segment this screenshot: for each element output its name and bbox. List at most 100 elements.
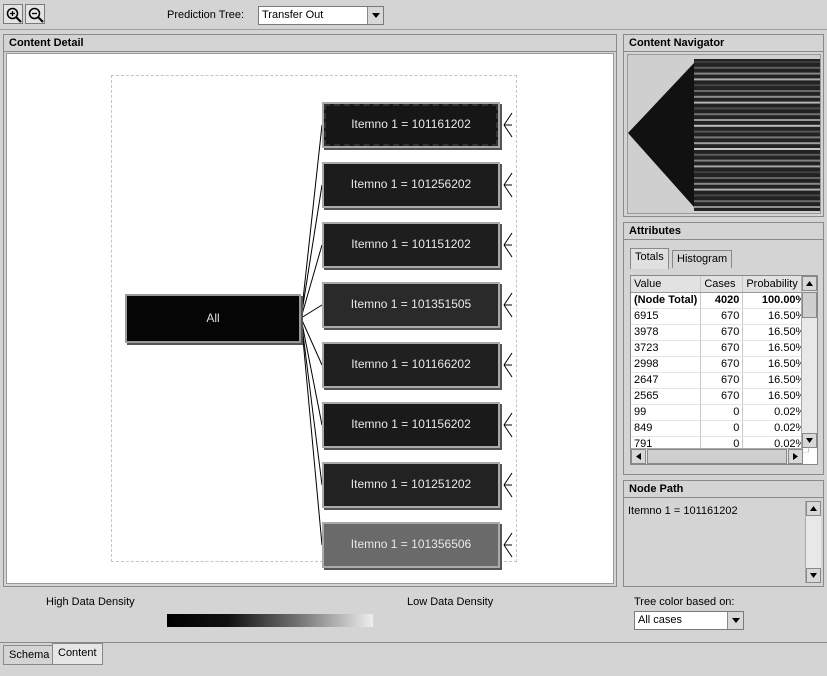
attributes-grid: Value Cases Probability (Node Total) 4020… (630, 275, 818, 465)
table-row[interactable]: 2565 670 16.50% (631, 388, 810, 405)
cases-cell: 670 (700, 308, 744, 325)
probability-cell: 16.50% (742, 308, 810, 325)
tree-edge (300, 184, 323, 319)
scroll-down-icon[interactable] (806, 568, 821, 583)
high-density-label: High Data Density (46, 596, 135, 608)
tree-edge-stub (503, 112, 513, 126)
navigator-stripe (694, 159, 820, 162)
column-header-cases[interactable]: Cases (700, 276, 744, 293)
horizontal-scrollbar[interactable] (631, 448, 803, 464)
table-row[interactable]: 2998 670 16.50% (631, 356, 810, 373)
tree-edge (300, 317, 323, 486)
table-row[interactable]: 849 0 0.02% (631, 420, 810, 437)
table-row[interactable]: 3978 670 16.50% (631, 324, 810, 341)
navigator-stripe (694, 113, 820, 116)
low-density-label: Low Data Density (407, 596, 494, 608)
chevron-down-icon[interactable] (367, 7, 383, 24)
tree-edge (300, 124, 323, 319)
tree-edge-stub (503, 544, 513, 558)
tab-totals[interactable]: Totals (630, 248, 669, 269)
cases-cell: 0 (700, 404, 744, 421)
prediction-tree-select[interactable]: Transfer Out (258, 6, 384, 25)
navigator-stripe (694, 119, 820, 121)
tree-edge-stub (503, 472, 513, 486)
probability-cell: 16.50% (742, 356, 810, 373)
value-cell: 3978 (631, 324, 702, 341)
table-row[interactable]: 6915 670 16.50% (631, 308, 810, 325)
tree-edge-stub (503, 484, 513, 498)
tree-node[interactable]: Itemno 1 = 101166202 (322, 342, 500, 388)
vertical-scroll-thumb[interactable] (802, 292, 817, 318)
scroll-right-icon[interactable] (788, 449, 803, 464)
tree-node[interactable]: Itemno 1 = 101251202 (322, 462, 500, 508)
node-path-scrollbar[interactable] (805, 501, 821, 583)
tree-edge-stub (503, 424, 513, 438)
content-navigator-panel: Content Navigator (623, 34, 824, 217)
probability-cell: 16.50% (742, 388, 810, 405)
tree-edge-stub (503, 364, 513, 378)
navigator-stripe (694, 188, 820, 191)
value-cell: 849 (631, 420, 702, 437)
attributes-panel: Attributes Totals Histogram Value Cases … (623, 222, 824, 475)
density-gradient-bar (167, 614, 373, 627)
table-row[interactable]: (Node Total) 4020 100.00% (631, 292, 810, 309)
attributes-title: Attributes (624, 223, 823, 240)
tree-node[interactable]: Itemno 1 = 101151202 (322, 222, 500, 268)
tab-histogram[interactable]: Histogram (672, 250, 733, 268)
zoom-in-button[interactable] (3, 4, 23, 24)
divider (0, 642, 827, 643)
tree-edge-stub (503, 412, 513, 426)
zoom-in-icon (6, 7, 22, 23)
scroll-up-icon[interactable] (802, 276, 817, 291)
cases-cell: 670 (700, 372, 744, 389)
tree-color-select[interactable]: All cases (634, 611, 744, 630)
node-path-value: Itemno 1 = 101161202 (628, 505, 738, 517)
tree-edge (300, 317, 323, 426)
value-cell: 3723 (631, 340, 702, 357)
cases-cell: 670 (700, 340, 744, 357)
column-header-probability[interactable]: Probability (742, 276, 810, 293)
tab-schema[interactable]: Schema (3, 645, 56, 665)
scroll-up-icon[interactable] (806, 501, 821, 516)
tree-edge-stub (503, 532, 513, 546)
zoom-out-button[interactable] (25, 4, 45, 24)
vertical-scrollbar[interactable] (801, 276, 817, 448)
chevron-down-icon[interactable] (727, 612, 743, 629)
table-row[interactable]: 99 0 0.02% (631, 404, 810, 421)
tree-edge-stub (503, 232, 513, 246)
tree-canvas[interactable]: All Itemno 1 = 101161202 Itemno 1 = 10125… (6, 53, 614, 584)
cases-cell: 4020 (700, 292, 744, 309)
tree-node[interactable]: Itemno 1 = 101256202 (322, 162, 500, 208)
prediction-tree-label: Prediction Tree: (167, 9, 245, 21)
value-cell: 2565 (631, 388, 702, 405)
table-header-row: Value Cases Probability (631, 276, 810, 293)
tab-content[interactable]: Content (52, 643, 103, 665)
tree-node-root[interactable]: All (125, 294, 301, 343)
column-header-value[interactable]: Value (631, 276, 702, 293)
cases-cell: 670 (700, 356, 744, 373)
tree-edge-stub (503, 244, 513, 258)
navigator-stripe (694, 124, 820, 127)
scroll-down-icon[interactable] (802, 433, 817, 448)
probability-cell: 0.02% (742, 420, 810, 437)
tree-node[interactable]: Itemno 1 = 101161202 (322, 102, 500, 148)
tree-node[interactable]: Itemno 1 = 101351505 (322, 282, 500, 328)
table-row[interactable]: 3723 670 16.50% (631, 340, 810, 357)
toolbar: Prediction Tree: Transfer Out (0, 0, 827, 30)
tree-edges (300, 112, 513, 558)
horizontal-scroll-thumb[interactable] (647, 449, 787, 464)
navigator-stripe (694, 165, 820, 168)
tree-node[interactable]: Itemno 1 = 101156202 (322, 402, 500, 448)
navigator-view[interactable] (627, 54, 821, 214)
table-row[interactable]: 2647 670 16.50% (631, 372, 810, 389)
probability-cell: 0.02% (742, 404, 810, 421)
navigator-stripe (694, 206, 820, 208)
scroll-left-icon[interactable] (631, 449, 646, 464)
tree-color-label: Tree color based on: (634, 596, 735, 608)
probability-cell: 16.50% (742, 372, 810, 389)
tree-node[interactable]: Itemno 1 = 101356506 (322, 522, 500, 568)
cases-cell: 670 (700, 388, 744, 405)
tree-edge-stub (503, 352, 513, 366)
attributes-table: Value Cases Probability (Node Total) 4020… (631, 276, 810, 453)
navigator-stripe (694, 107, 820, 110)
